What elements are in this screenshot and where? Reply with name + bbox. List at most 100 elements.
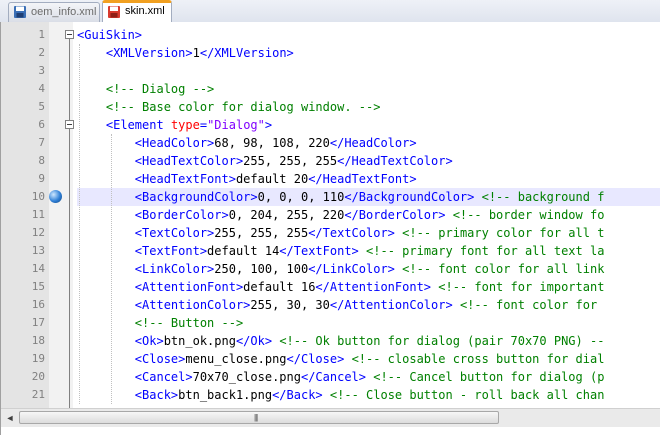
token-cmt: <!-- Ok button for dialog (pair 70x70 PN…: [279, 334, 605, 348]
code-text[interactable]: <Element type="Dialog">: [77, 116, 660, 134]
token-txt: default 14: [207, 244, 280, 258]
line-number: 12: [31, 226, 45, 239]
code-text[interactable]: <HeadTextFont>default 20</HeadTextFont>: [77, 170, 660, 188]
code-line[interactable]: 18 <Ok>btn_ok.png</Ok> <!-- Ok button fo…: [1, 332, 660, 350]
code-line[interactable]: 13 <TextFont>default 14</TextFont> <!-- …: [1, 242, 660, 260]
token-cmt: <!-- primary font for all text la: [366, 244, 605, 258]
code-text[interactable]: <GuiSkin>: [77, 26, 660, 44]
code-text[interactable]: <!-- Base color for dialog window. -->: [77, 98, 660, 116]
code-text[interactable]: <HeadTextColor>255, 255, 255</HeadTextCo…: [77, 152, 660, 170]
code-line[interactable]: 14 <LinkColor>250, 100, 100</LinkColor> …: [1, 260, 660, 278]
line-number: 7: [38, 136, 45, 149]
code-text[interactable]: <BorderColor>0, 204, 255, 220</BorderCol…: [77, 206, 660, 224]
code-line[interactable]: 7 <HeadColor>68, 98, 108, 220</HeadColor…: [1, 134, 660, 152]
code-text[interactable]: <!-- Dialog -->: [77, 80, 660, 98]
code-line[interactable]: 4 <!-- Dialog -->: [1, 80, 660, 98]
code-line[interactable]: 8 <HeadTextColor>255, 255, 255</HeadText…: [1, 152, 660, 170]
code-line[interactable]: 10 <BackgroundColor>0, 0, 0, 110</Backgr…: [1, 188, 660, 206]
code-line[interactable]: 12 <TextColor>255, 255, 255</TextColor> …: [1, 224, 660, 242]
code-editor[interactable]: 1 <GuiSkin> 2 <XMLVersion>1</XMLVersion> 3 4…: [0, 22, 660, 435]
scroll-thumb[interactable]: |||: [19, 411, 499, 424]
code-line[interactable]: 6 <Element type="Dialog">: [1, 116, 660, 134]
code-text[interactable]: <XMLVersion>1</XMLVersion>: [77, 44, 660, 62]
tab-skin[interactable]: skin.xml: [102, 0, 172, 23]
token-tag: <TextFont>: [134, 244, 208, 258]
code-line[interactable]: 11 <BorderColor>0, 204, 255, 220</Border…: [1, 206, 660, 224]
line-number: 21: [31, 388, 45, 401]
line-number: 18: [31, 334, 45, 347]
token-tag: </Close>: [286, 352, 345, 366]
code-text[interactable]: <Cancel>70x70_close.png</Cancel> <!-- Ca…: [77, 368, 660, 386]
token-tag: <TextColor>: [134, 226, 215, 240]
token-tag: <GuiSkin>: [77, 28, 143, 42]
code-line[interactable]: 20 <Cancel>70x70_close.png</Cancel> <!--…: [1, 368, 660, 386]
token-tag: </BorderColor>: [344, 208, 446, 222]
code-line[interactable]: 19 <Close>menu_close.png</Close> <!-- cl…: [1, 350, 660, 368]
token-cmt: <!-- Close button - roll back all chan: [329, 388, 605, 402]
code-text[interactable]: <HeadColor>68, 98, 108, 220</HeadColor>: [77, 134, 660, 152]
scroll-left-button[interactable]: ◄: [3, 411, 17, 425]
tab-label: skin.xml: [125, 5, 165, 17]
code-line[interactable]: 16 <AttentionColor>255, 30, 30</Attentio…: [1, 296, 660, 314]
token-tag: </HeadTextColor>: [337, 154, 453, 168]
code-line[interactable]: 3: [1, 62, 660, 80]
code-text[interactable]: <LinkColor>250, 100, 100</LinkColor> <!-…: [77, 260, 660, 278]
fold-toggle-icon[interactable]: [65, 30, 74, 39]
token-txt: 0, 204, 255, 220: [228, 208, 345, 222]
token-tag: <LinkColor>: [134, 262, 215, 276]
token-cmt: <!-- font for important: [438, 280, 605, 294]
token-txt: 68, 98, 108, 220: [214, 136, 330, 150]
tab-oem-info[interactable]: oem_info.xml: [8, 2, 100, 22]
code-text[interactable]: <AttentionColor>255, 30, 30</AttentionCo…: [77, 296, 660, 314]
code-line[interactable]: 9 <HeadTextFont>default 20</HeadTextFont…: [1, 170, 660, 188]
tab-bar: oem_info.xml skin.xml: [0, 0, 660, 23]
code-line[interactable]: 1 <GuiSkin>: [1, 26, 660, 44]
line-number: 16: [31, 298, 45, 311]
fold-toggle-icon[interactable]: [65, 120, 74, 129]
code-line[interactable]: 2 <XMLVersion>1</XMLVersion>: [1, 44, 660, 62]
code-text[interactable]: <Close>menu_close.png</Close> <!-- closa…: [77, 350, 660, 368]
code-text[interactable]: <TextColor>255, 255, 255</TextColor> <!-…: [77, 224, 660, 242]
token-tag: </AttentionFont>: [315, 280, 432, 294]
horizontal-scrollbar[interactable]: ◄ |||: [1, 408, 660, 427]
code-text[interactable]: <!-- Button -->: [77, 314, 660, 332]
token-tag: <Element: [105, 118, 171, 132]
token-val: "Dialog": [207, 118, 265, 132]
token-txt: btn_ok.png: [163, 334, 236, 348]
code-text[interactable]: [77, 62, 660, 80]
token-tag: <Ok>: [134, 334, 164, 348]
code-line[interactable]: 5 <!-- Base color for dialog window. -->: [1, 98, 660, 116]
token-cmt: <!-- font color for: [459, 298, 598, 312]
line-number: 6: [38, 118, 45, 131]
code-text[interactable]: <BackgroundColor>0, 0, 0, 110</Backgroun…: [77, 188, 660, 206]
token-tag: </BackgroundColor>: [344, 190, 475, 204]
code-text[interactable]: <Back>btn_back1.png</Back> <!-- Close bu…: [77, 386, 660, 404]
unsaved-file-icon: [108, 6, 120, 18]
token-cmt: <!-- border window fo: [452, 208, 605, 222]
line-number: 11: [31, 208, 45, 221]
code-text[interactable]: <TextFont>default 14</TextFont> <!-- pri…: [77, 242, 660, 260]
code-line[interactable]: 21 <Back>btn_back1.png</Back> <!-- Close…: [1, 386, 660, 404]
line-number: 17: [31, 316, 45, 329]
line-number: 4: [38, 82, 45, 95]
code-line[interactable]: 15 <AttentionFont>default 16</AttentionF…: [1, 278, 660, 296]
code-line[interactable]: 17 <!-- Button -->: [1, 314, 660, 332]
bookmark-icon[interactable]: [49, 190, 62, 203]
line-number: 2: [38, 46, 45, 59]
token-cmt: <!-- background f: [481, 190, 605, 204]
code-text[interactable]: <Ok>btn_ok.png</Ok> <!-- Ok button for d…: [77, 332, 660, 350]
code-text[interactable]: <AttentionFont>default 16</AttentionFont…: [77, 278, 660, 296]
line-number: 14: [31, 262, 45, 275]
token-txt: 255, 30, 30: [250, 298, 330, 312]
token-cmt: <!-- Cancel button for dialog (p: [373, 370, 605, 384]
token-tag: </HeadTextFont>: [308, 172, 417, 186]
indent-guide: [79, 44, 80, 404]
